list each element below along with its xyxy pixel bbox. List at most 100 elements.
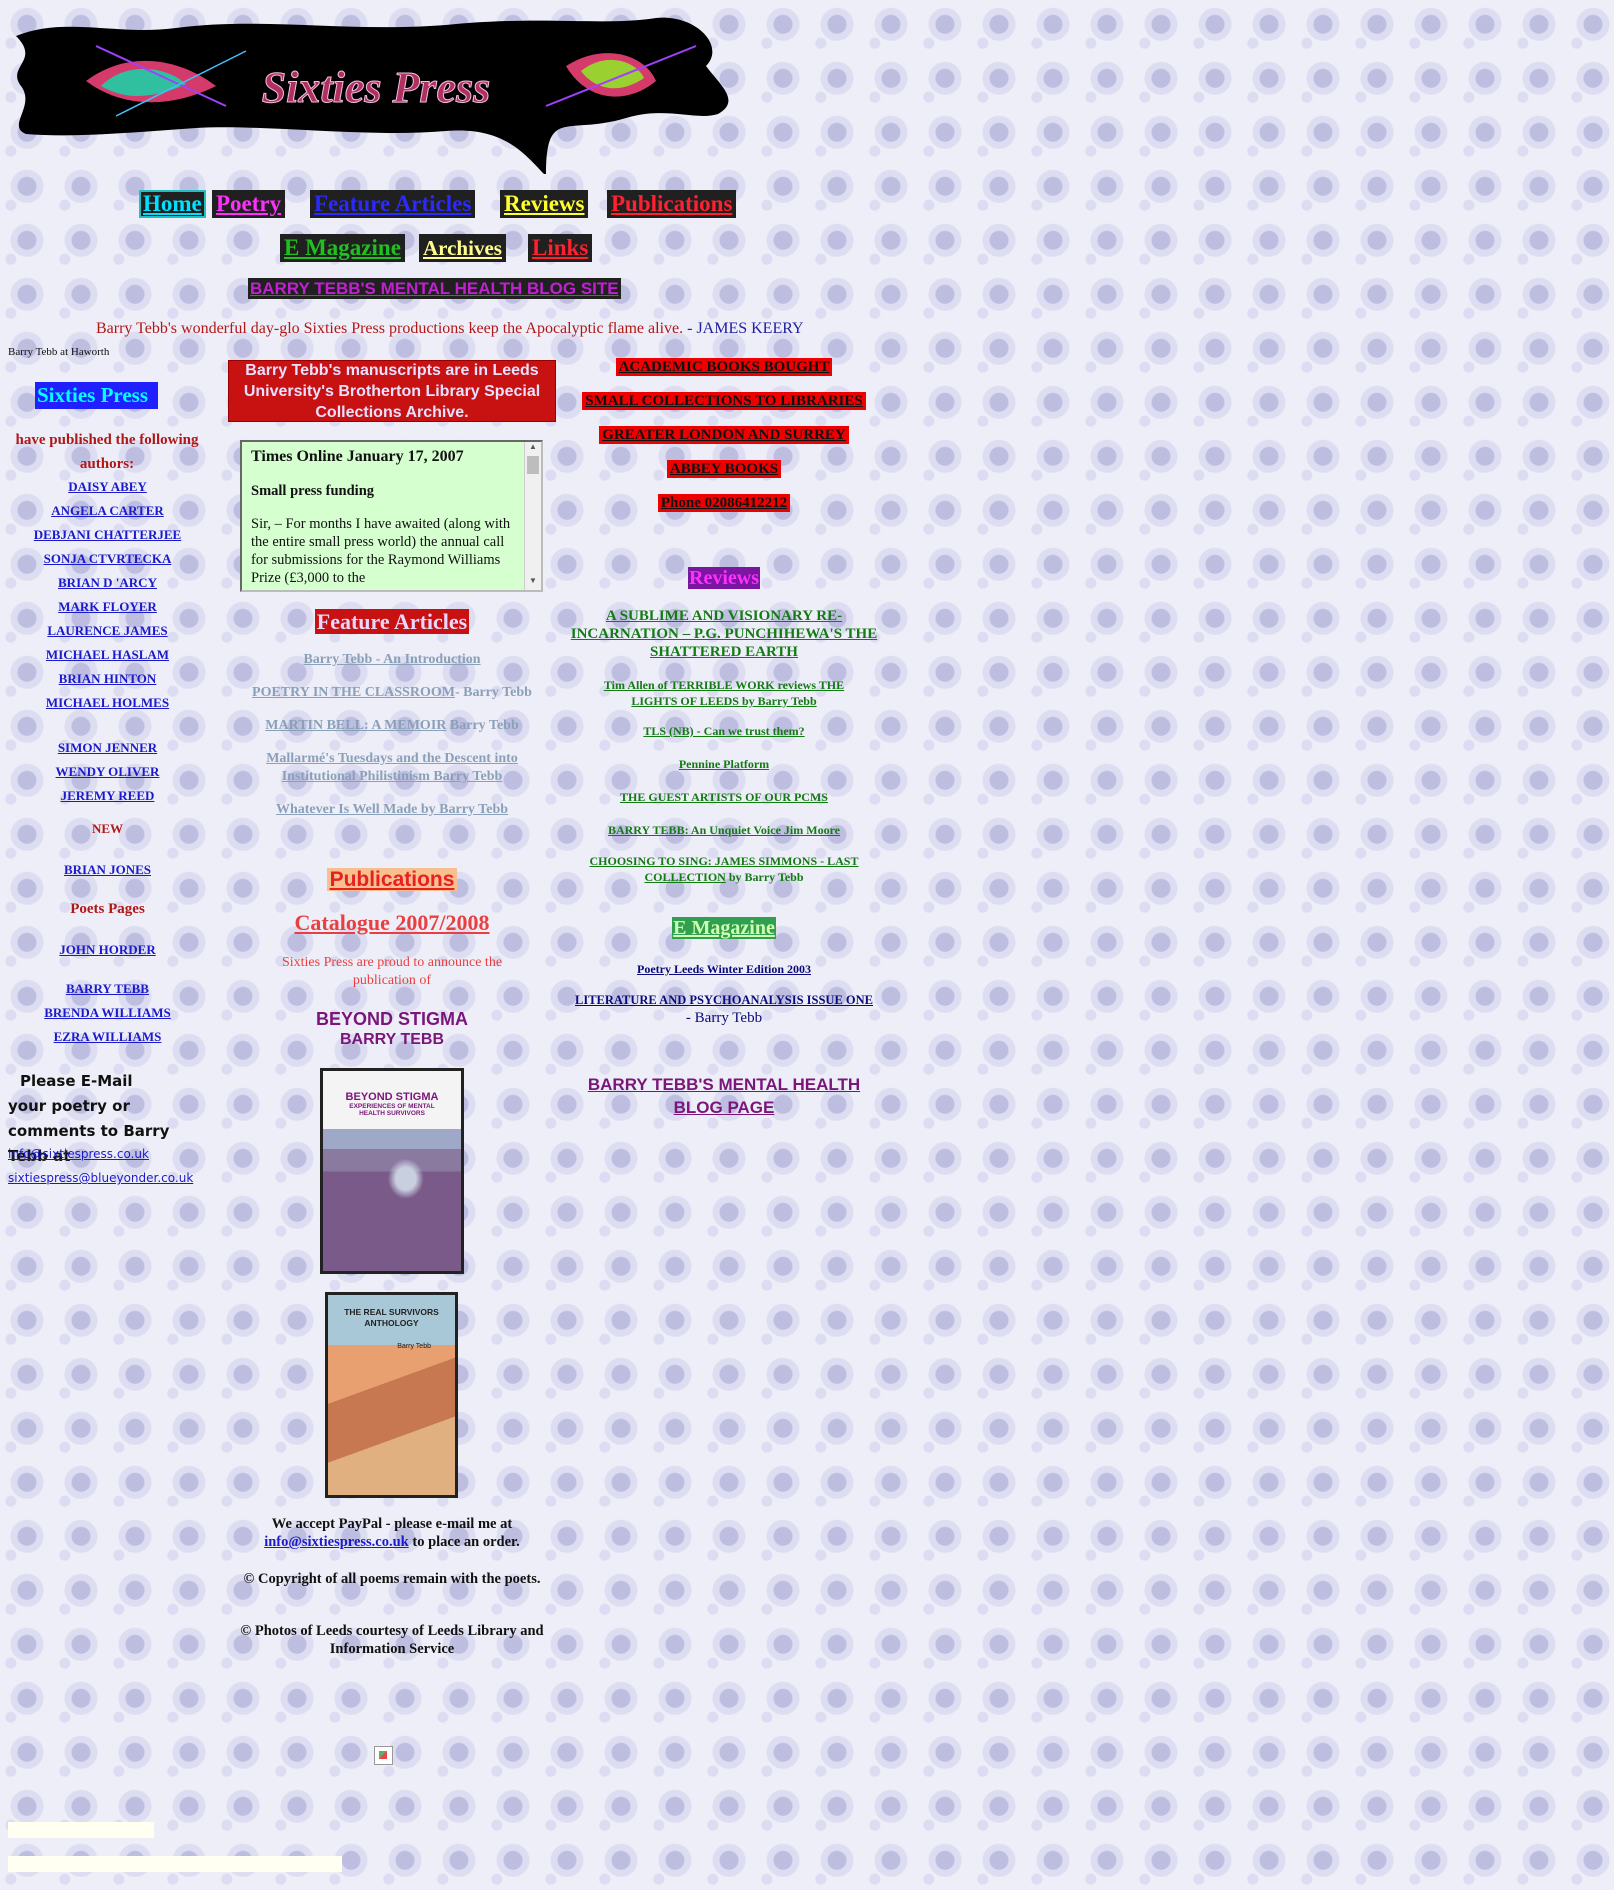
broken-image-icon [374, 1746, 393, 1765]
author-link[interactable]: SONJA CTVRTECKA [44, 551, 172, 566]
feature-articles-heading: Feature Articles [314, 609, 470, 634]
author-link[interactable]: MICHAEL HOLMES [46, 695, 169, 710]
letter-subtitle: Small press funding [251, 483, 375, 499]
nav-links[interactable]: Links [528, 234, 593, 262]
site-logo[interactable]: Sixties Press [6, 6, 736, 176]
nav-poetry[interactable]: Poetry [212, 190, 286, 218]
nav-home[interactable]: Home [139, 190, 206, 218]
author-link[interactable]: BRENDA WILLIAMS [44, 1005, 171, 1020]
paypal-post: to place an order. [408, 1534, 520, 1550]
letter-body: Sir, – For months I have awaited (along … [251, 516, 511, 586]
emag-link-2[interactable]: LITERATURE AND PSYCHOANALYSIS ISSUE ONE [575, 993, 873, 1007]
manuscripts-text: Barry Tebb's manuscripts are in Leeds Un… [243, 361, 541, 421]
review-link[interactable]: Pennine Platform [679, 757, 769, 771]
email-link-2[interactable]: sixtiespress@blueyonder.co.uk [8, 1171, 193, 1185]
letter-scrollbar[interactable]: ▲ ▼ [524, 442, 541, 590]
emag-link-2-suffix: - Barry Tebb [685, 1010, 763, 1026]
ad-line: Phone 02086412212 [657, 494, 791, 512]
paypal-pre: We accept PayPal - please e-mail me at [271, 1516, 513, 1532]
nav-e-magazine[interactable]: E Magazine [280, 234, 405, 262]
cover2-landscape [328, 1345, 455, 1495]
nav-publications[interactable]: Publications [607, 190, 737, 218]
author-link[interactable]: MARK FLOYER [58, 599, 157, 614]
author-link[interactable]: DAISY ABEY [68, 479, 147, 494]
author-link[interactable]: JEREMY REED [61, 788, 155, 803]
author-link[interactable]: ANGELA CARTER [51, 503, 164, 518]
email-link-1[interactable]: info@sixtiespress.co.uk [8, 1147, 149, 1161]
new-label: NEW [91, 821, 124, 836]
author-list-b: SIMON JENNER WENDY OLIVER JEREMY REED [0, 736, 215, 808]
feature-article-suffix: Barry Tebb [446, 718, 519, 733]
scroll-down-icon[interactable]: ▼ [525, 576, 541, 590]
nav-reviews[interactable]: Reviews [500, 190, 589, 218]
footer-bar-1 [8, 1822, 154, 1838]
author-link[interactable]: DEBJANI CHATTERJEE [34, 527, 181, 542]
logo-text: Sixties Press [262, 63, 491, 112]
ad-line: GREATER LONDON AND SURREY [599, 426, 849, 444]
author-list-d: BARRY TEBB BRENDA WILLIAMS EZRA WILLIAMS [0, 977, 215, 1049]
photos-credit: © Photos of Leeds courtesy of Leeds Libr… [240, 1623, 544, 1657]
quote: Barry Tebb's wonderful day-glo Sixties P… [96, 320, 804, 338]
author-link[interactable]: BRIAN D 'ARCY [58, 575, 157, 590]
author-link[interactable]: BRIAN JONES [64, 862, 151, 877]
publications-heading: Publications [326, 868, 458, 891]
feature-list: Barry Tebb - An Introduction POETRY IN TH… [228, 650, 556, 833]
feature-article-link[interactable]: MARTIN BELL: A MEMOIR [265, 718, 446, 733]
author-link[interactable]: BARRY TEBB [66, 981, 149, 996]
nav-feature-articles[interactable]: Feature Articles [310, 190, 476, 218]
cover2-title: THE REAL SURVIVORS ANTHOLOGY [344, 1307, 439, 1328]
scroll-thumb[interactable] [527, 456, 539, 474]
manuscripts-box: Barry Tebb's manuscripts are in Leeds Un… [228, 360, 556, 422]
review-link[interactable]: THE GUEST ARTISTS OF OUR PCMS [620, 790, 828, 804]
quote-author: - JAMES KEERY [683, 320, 804, 337]
nav-archives[interactable]: Archives [419, 234, 506, 262]
book-title: BEYOND STIGMA [315, 1009, 468, 1029]
paypal-text: We accept PayPal - please e-mail me at i… [228, 1515, 556, 1551]
review-last-suffix: by Barry Tebb [725, 870, 804, 884]
emag-link-1[interactable]: Poetry Leeds Winter Edition 2003 [637, 962, 811, 976]
ad-line: SMALL COLLECTIONS TO LIBRARIES [582, 392, 866, 410]
catalogue-link[interactable]: Catalogue 2007/2008 [295, 910, 490, 935]
feature-article-link[interactable]: POETRY IN THE CLASSROOM [252, 685, 455, 700]
copyright-text: © Copyright of all poems remain with the… [243, 1571, 541, 1587]
photo-caption: Barry Tebb at Haworth [8, 346, 110, 358]
times-letter-box[interactable]: Times Online January 17, 2007 Small pres… [240, 440, 543, 592]
author-link[interactable]: EZRA WILLIAMS [54, 1029, 162, 1044]
quote-text: Barry Tebb's wonderful day-glo Sixties P… [96, 320, 684, 337]
mental-health-blog-link[interactable]: BARRY TEBB'S MENTAL HEALTH BLOG PAGE [588, 1075, 860, 1117]
footer-bar-2 [8, 1856, 342, 1872]
author-link[interactable]: WENDY OLIVER [56, 764, 160, 779]
blog-site-link[interactable]: BARRY TEBB'S MENTAL HEALTH BLOG SITE [248, 278, 621, 299]
scroll-up-icon[interactable]: ▲ [525, 442, 541, 456]
author-list-a: DAISY ABEY ANGELA CARTER DEBJANI CHATTERJE… [0, 475, 215, 715]
ad-list: ACADEMIC BOOKS BOUGHT SMALL COLLECTIONS T… [565, 358, 883, 528]
poets-pages-label: Poets Pages [70, 901, 145, 917]
review-link-last[interactable]: CHOOSING TO SING: JAMES SIMMONS - LAST C… [590, 854, 859, 884]
author-link[interactable]: SIMON JENNER [58, 740, 157, 755]
author-link[interactable]: LAURENCE JAMES [47, 623, 167, 638]
review-link-main[interactable]: A SUBLIME AND VISIONARY RE-INCARNATION –… [571, 608, 877, 660]
letter-title: Times Online January 17, 2007 [251, 448, 464, 465]
cover1-sub: EXPERIENCES OF MENTAL HEALTH SURVIVORS [349, 1103, 435, 1117]
review-list: Tim Allen of TERRIBLE WORK reviews THE L… [580, 677, 868, 855]
authors-intro: have published the following authors: [15, 432, 199, 472]
feature-article-link[interactable]: Barry Tebb - An Introduction [303, 652, 480, 667]
feature-article-link[interactable]: Whatever Is Well Made by Barry Tebb [276, 802, 508, 817]
author-link[interactable]: JOHN HORDER [59, 942, 155, 957]
emagazine-heading: E Magazine [672, 917, 776, 939]
cover2-author: Barry Tebb [397, 1343, 431, 1350]
cover1-title: BEYOND STIGMA [345, 1091, 439, 1103]
real-survivors-cover[interactable]: THE REAL SURVIVORS ANTHOLOGY Barry Tebb [325, 1292, 458, 1498]
ad-line: ACADEMIC BOOKS BOUGHT [615, 358, 833, 376]
paypal-email-link[interactable]: info@sixtiespress.co.uk [264, 1534, 409, 1550]
feature-article-link[interactable]: Mallarmé's Tuesdays and the Descent into… [266, 751, 518, 784]
review-link[interactable]: BARRY TEBB: An Unquiet Voice Jim Moore [608, 823, 840, 837]
reviews-heading: Reviews [688, 567, 760, 589]
author-link[interactable]: BRIAN HINTON [59, 671, 157, 686]
author-link[interactable]: MICHAEL HASLAM [46, 647, 169, 662]
beyond-stigma-cover[interactable]: BEYOND STIGMA EXPERIENCES OF MENTAL HEAL… [320, 1068, 464, 1274]
ad-line: ABBEY BOOKS [666, 460, 782, 478]
review-link[interactable]: TLS (NB) - Can we trust them? [643, 724, 804, 738]
review-link[interactable]: Tim Allen of TERRIBLE WORK reviews THE L… [604, 678, 844, 708]
brand-badge: Sixties Press [35, 382, 159, 409]
